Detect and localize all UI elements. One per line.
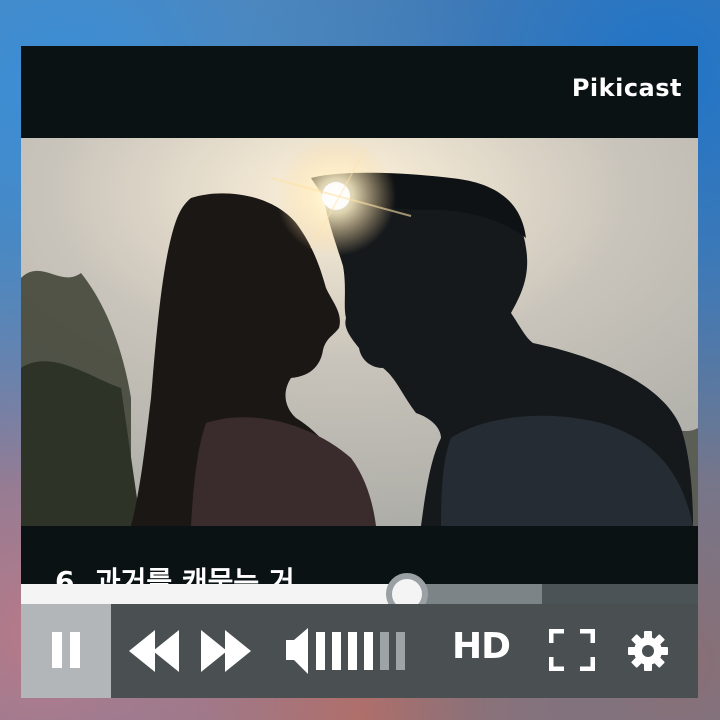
fast-forward-icon — [201, 630, 251, 672]
pikicast-logo: Pikicast — [571, 74, 682, 102]
volume-level-bar[interactable] — [348, 632, 357, 670]
player-header: Pikicast — [21, 46, 698, 138]
video-frame[interactable] — [21, 138, 698, 526]
pause-icon — [52, 632, 80, 668]
rewind-icon — [129, 630, 179, 672]
volume-level-bar[interactable] — [364, 632, 373, 670]
fast-forward-button[interactable] — [201, 628, 253, 674]
video-image — [21, 138, 698, 526]
volume-level-bar[interactable] — [332, 632, 341, 670]
settings-button[interactable] — [626, 629, 670, 673]
progress-played — [21, 584, 407, 604]
volume-control[interactable] — [286, 626, 416, 676]
volume-level-bar[interactable] — [380, 632, 389, 670]
pause-button[interactable] — [21, 604, 111, 698]
control-bar: HD — [21, 604, 698, 698]
video-player: Pikicast 6. 과거를 캐묻는 거 HD — [21, 46, 698, 698]
fullscreen-button[interactable] — [549, 629, 595, 671]
progress-bar[interactable] — [21, 573, 698, 615]
volume-icon — [286, 628, 405, 674]
fullscreen-icon — [549, 629, 595, 671]
volume-level-bar[interactable] — [316, 632, 325, 670]
rewind-button[interactable] — [129, 628, 181, 674]
gear-icon — [628, 631, 668, 671]
volume-level-bar[interactable] — [396, 632, 405, 670]
hd-toggle[interactable]: HD — [452, 626, 511, 667]
